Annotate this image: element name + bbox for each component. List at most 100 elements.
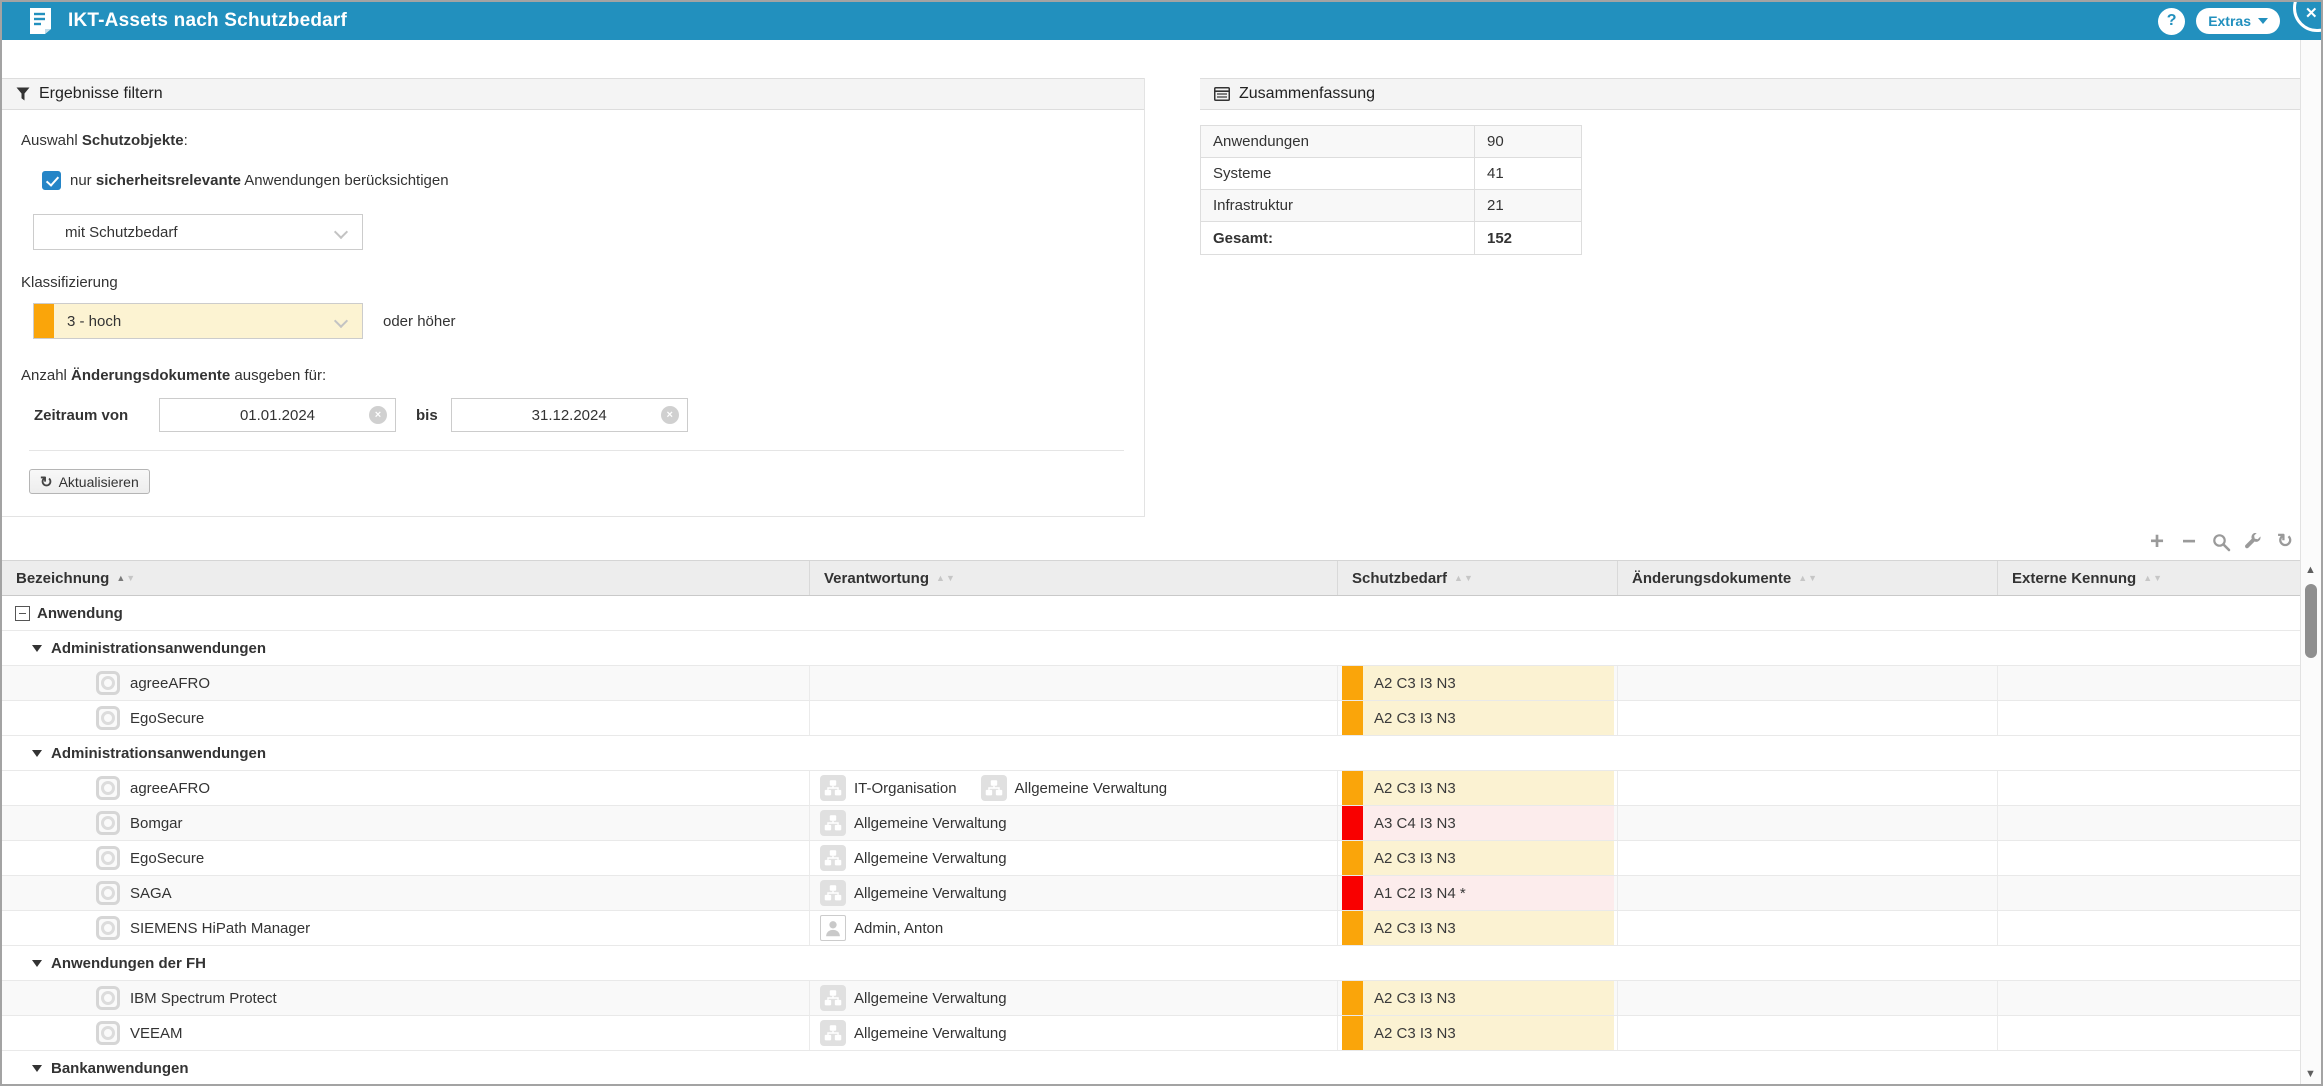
help-icon: ? (2167, 12, 2177, 30)
security-relevant-checkbox[interactable] (42, 171, 61, 190)
summary-row-label: Anwendungen (1201, 126, 1475, 157)
collapse-icon[interactable] (15, 606, 30, 621)
table-group-row[interactable]: Anwendung (2, 596, 2300, 631)
responsibility-entry: Allgemeine Verwaltung (820, 880, 1007, 906)
responsibility-label: Allgemeine Verwaltung (854, 885, 1007, 902)
summary-row-value: 152 (1475, 222, 1581, 254)
table-row[interactable]: IBM Spectrum ProtectAllgemeine Verwaltun… (2, 981, 2300, 1016)
bezeichnung-cell: SIEMENS HiPath Manager (2, 911, 810, 945)
column-header-aenderungsdokumente[interactable]: Änderungsdokumente ▲▼ (1618, 561, 1998, 595)
table-row[interactable]: EgoSecure A2 C3 I3 N3 (2, 701, 2300, 736)
aenderungsdokumente-cell (1618, 806, 1998, 840)
schutzbedarf-value: A2 C3 I3 N3 (1374, 920, 1456, 937)
report-document-icon (29, 7, 52, 35)
schutzbedarf-value: A2 C3 I3 N3 (1374, 780, 1456, 797)
schutzbedarf-cell: A2 C3 I3 N3 (1338, 841, 1618, 875)
schutzbedarf-badge: A2 C3 I3 N3 (1342, 666, 1614, 700)
schutzbedarf-value: A2 C3 I3 N3 (1374, 850, 1456, 867)
table-subgroup-row[interactable]: Administrationsanwendungen (2, 631, 2300, 666)
klassifizierung-select[interactable]: 3 - hoch (33, 303, 363, 339)
clear-date-icon[interactable]: × (661, 406, 679, 424)
externe-kennung-cell (1998, 771, 2300, 805)
org-unit-icon (820, 845, 846, 871)
table-row[interactable]: agreeAFROA2 C3 I3 N3 (2, 666, 2300, 701)
table-subgroup-row[interactable]: Administrationsanwendungen (2, 736, 2300, 771)
asset-name: SIEMENS HiPath Manager (130, 920, 310, 937)
bezeichnung-cell: VEEAM (2, 1016, 810, 1050)
externe-kennung-cell (1998, 911, 2300, 945)
aenderungsdokumente-cell (1618, 876, 1998, 910)
column-header-schutzbedarf[interactable]: Schutzbedarf ▲▼ (1338, 561, 1618, 595)
date-to-input[interactable] (451, 398, 688, 432)
add-button[interactable]: + (2147, 531, 2167, 553)
chevron-down-icon (334, 225, 348, 239)
schutzbedarf-select[interactable]: mit Schutzbedarf (33, 214, 363, 250)
responsibility-entry: Allgemeine Verwaltung (820, 1020, 1007, 1046)
column-header-verantwortung[interactable]: Verantwortung ▲▼ (810, 561, 1338, 595)
refresh-icon: ↻ (40, 473, 53, 491)
date-from-input[interactable] (159, 398, 396, 432)
schutzbedarf-badge: A3 C4 I3 N3 (1342, 806, 1614, 840)
verantwortung-cell: Allgemeine Verwaltung (810, 841, 1338, 875)
schutzbedarf-value: A3 C4 I3 N3 (1374, 815, 1456, 832)
schutzbedarf-value: A1 C2 I3 N4 * (1374, 885, 1466, 902)
table-row[interactable]: VEEAM Allgemeine Verwaltung A2 C3 I3 N3 (2, 1016, 2300, 1051)
grid-body: AnwendungAdministrationsanwendungenagree… (2, 596, 2300, 1084)
summary-row: Gesamt:152 (1201, 222, 1581, 254)
column-header-bezeichnung[interactable]: Bezeichnung ▲▼ (2, 561, 810, 595)
schutzbedarf-badge: A2 C3 I3 N3 (1342, 841, 1614, 875)
search-button[interactable] (2211, 531, 2231, 553)
remove-button[interactable]: − (2179, 531, 2199, 553)
sort-icons: ▲▼ (1798, 573, 1817, 583)
filter-panel-body: Auswahl Schutzobjekte: nur sicherheitsre… (2, 110, 1144, 514)
verantwortung-cell: Allgemeine Verwaltung (810, 1016, 1338, 1050)
vertical-scrollbar[interactable]: ▲ ▼ (2300, 40, 2321, 1084)
verantwortung-cell (810, 666, 1338, 700)
schutzbedarf-value: A2 C3 I3 N3 (1374, 710, 1456, 727)
schutzbedarf-cell: A2 C3 I3 N3 (1338, 701, 1618, 735)
settings-button[interactable] (2243, 531, 2263, 553)
security-relevant-checkbox-label: nur sicherheitsrelevante Anwendungen ber… (70, 172, 449, 189)
responsibility-entry: Allgemeine Verwaltung (820, 985, 1007, 1011)
filter-icon (16, 87, 30, 101)
summary-row-label: Infrastruktur (1201, 190, 1475, 221)
refresh-button[interactable]: ↻ (2275, 531, 2295, 553)
table-row[interactable]: SIEMENS HiPath Manager Admin, Anton A2 C3 … (2, 911, 2300, 946)
classification-color-swatch (1342, 876, 1363, 910)
table-subgroup-row[interactable]: Bankanwendungen (2, 1051, 2300, 1084)
help-button[interactable]: ? (2158, 8, 2185, 35)
group-label: Anwendung (37, 605, 123, 622)
summary-row-value: 41 (1475, 158, 1581, 189)
person-icon (820, 915, 846, 941)
grid-toolbar: + − ↻ (2147, 531, 2295, 553)
scroll-up-icon[interactable]: ▲ (2305, 564, 2316, 576)
responsibility-label: Allgemeine Verwaltung (854, 850, 1007, 867)
table-row[interactable]: BomgarAllgemeine VerwaltungA3 C4 I3 N3 (2, 806, 2300, 841)
schutzbedarf-cell: A2 C3 I3 N3 (1338, 1016, 1618, 1050)
subgroup-label: Administrationsanwendungen (51, 745, 266, 762)
table-row[interactable]: SAGAAllgemeine VerwaltungA1 C2 I3 N4 * (2, 876, 2300, 911)
table-row[interactable]: agreeAFRO IT-OrganisationAllgemeine Verwa… (2, 771, 2300, 806)
table-subgroup-row[interactable]: Anwendungen der FH (2, 946, 2300, 981)
sort-icons: ▲▼ (1454, 573, 1473, 583)
verantwortung-cell: Admin, Anton (810, 911, 1338, 945)
asset-name: agreeAFRO (130, 780, 210, 797)
verantwortung-cell: IT-OrganisationAllgemeine Verwaltung (810, 771, 1338, 805)
org-unit-icon (820, 775, 846, 801)
titlebar: IKT-Assets nach Schutzbedarf ? Extras ✕ (2, 2, 2321, 40)
close-button[interactable]: ✕ (2293, 0, 2323, 32)
schutzbedarf-badge: A2 C3 I3 N3 (1342, 771, 1614, 805)
extras-button[interactable]: Extras (2196, 8, 2280, 34)
responsibility-entry: Allgemeine Verwaltung (820, 845, 1007, 871)
scrollbar-thumb[interactable] (2305, 584, 2317, 658)
asset-name: EgoSecure (130, 710, 204, 727)
externe-kennung-cell (1998, 806, 2300, 840)
application-icon (96, 846, 120, 870)
scroll-down-icon[interactable]: ▼ (2305, 1068, 2316, 1080)
column-header-externe-kennung[interactable]: Externe Kennung ▲▼ (1998, 561, 2300, 595)
aenderungsdokumente-cell (1618, 1016, 1998, 1050)
caret-down-icon (32, 750, 42, 757)
clear-date-icon[interactable]: × (369, 406, 387, 424)
table-row[interactable]: EgoSecureAllgemeine VerwaltungA2 C3 I3 N… (2, 841, 2300, 876)
aktualisieren-button[interactable]: ↻ Aktualisieren (29, 469, 150, 494)
